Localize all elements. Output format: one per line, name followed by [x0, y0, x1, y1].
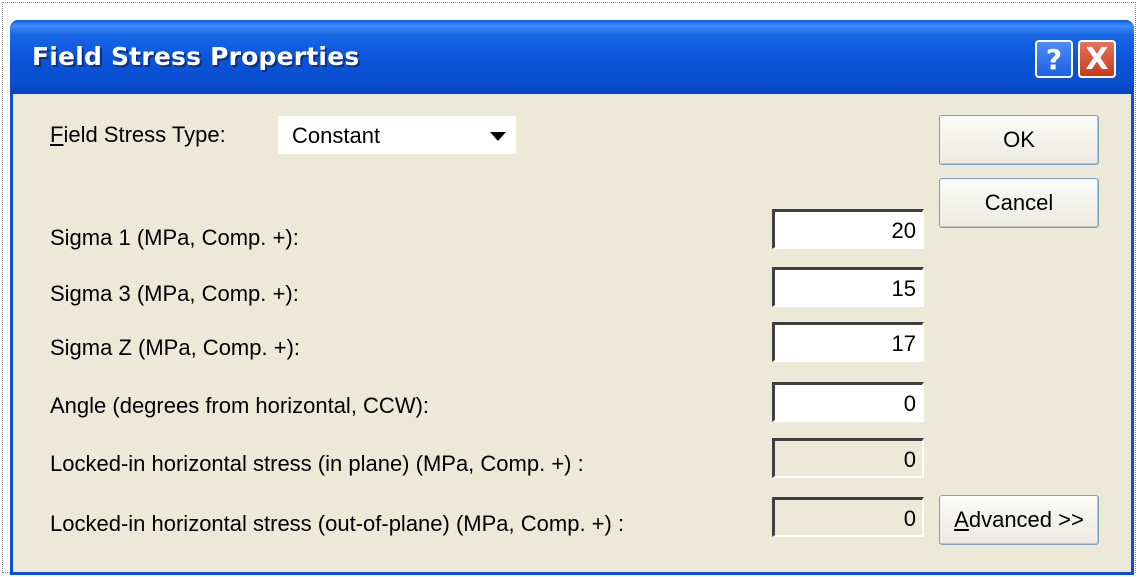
sigma1-label: Sigma 1 (MPa, Comp. +):	[50, 225, 299, 250]
sigma1-input[interactable]: 20	[772, 209, 924, 249]
field-stress-dialog: Field Stress Properties ? X Field Stress…	[10, 20, 1134, 575]
sigmaz-value: 17	[891, 331, 916, 356]
chevron-down-icon[interactable]	[490, 132, 506, 141]
sigmaz-input[interactable]: 17	[772, 322, 924, 362]
dropdown-value: Constant	[292, 123, 381, 148]
field-stress-type-label: Field Stress Type:	[50, 122, 226, 147]
close-button[interactable]: X	[1078, 40, 1116, 78]
accelerator-key: F	[50, 122, 64, 147]
sigma3-value: 15	[891, 276, 916, 301]
locked-out-of-plane-input: 0	[772, 497, 924, 537]
cancel-button[interactable]: Cancel	[939, 178, 1099, 228]
help-icon: ?	[1045, 42, 1063, 76]
sigmaz-label: Sigma Z (MPa, Comp. +):	[50, 335, 301, 360]
ok-label: OK	[1003, 127, 1035, 152]
title-bar[interactable]: Field Stress Properties ? X	[10, 20, 1134, 94]
angle-label: Angle (degrees from horizontal, CCW):	[50, 393, 430, 418]
sigma1-value: 20	[891, 218, 916, 243]
close-icon: X	[1085, 41, 1109, 77]
angle-value: 0	[903, 391, 916, 416]
ok-button[interactable]: OK	[939, 115, 1099, 165]
sigma3-input[interactable]: 15	[772, 267, 924, 307]
window-title: Field Stress Properties	[32, 42, 360, 71]
cancel-label: Cancel	[984, 190, 1054, 215]
accelerator-key: A	[954, 507, 969, 532]
angle-input[interactable]: 0	[772, 382, 924, 422]
locked-in-plane-input: 0	[772, 438, 924, 478]
locked-in-plane-value: 0	[903, 447, 916, 472]
help-button[interactable]: ?	[1035, 40, 1073, 78]
locked-out-of-plane-label: Locked-in horizontal stress (out-of-plan…	[50, 511, 625, 536]
advanced-button[interactable]: Advanced >>	[939, 495, 1099, 545]
advanced-label: Advanced >>	[954, 507, 1084, 532]
field-stress-type-dropdown[interactable]: Constant	[278, 116, 516, 154]
sigma3-label: Sigma 3 (MPa, Comp. +):	[50, 281, 299, 306]
locked-out-of-plane-value: 0	[903, 506, 916, 531]
locked-in-plane-label: Locked-in horizontal stress (in plane) (…	[50, 451, 584, 476]
